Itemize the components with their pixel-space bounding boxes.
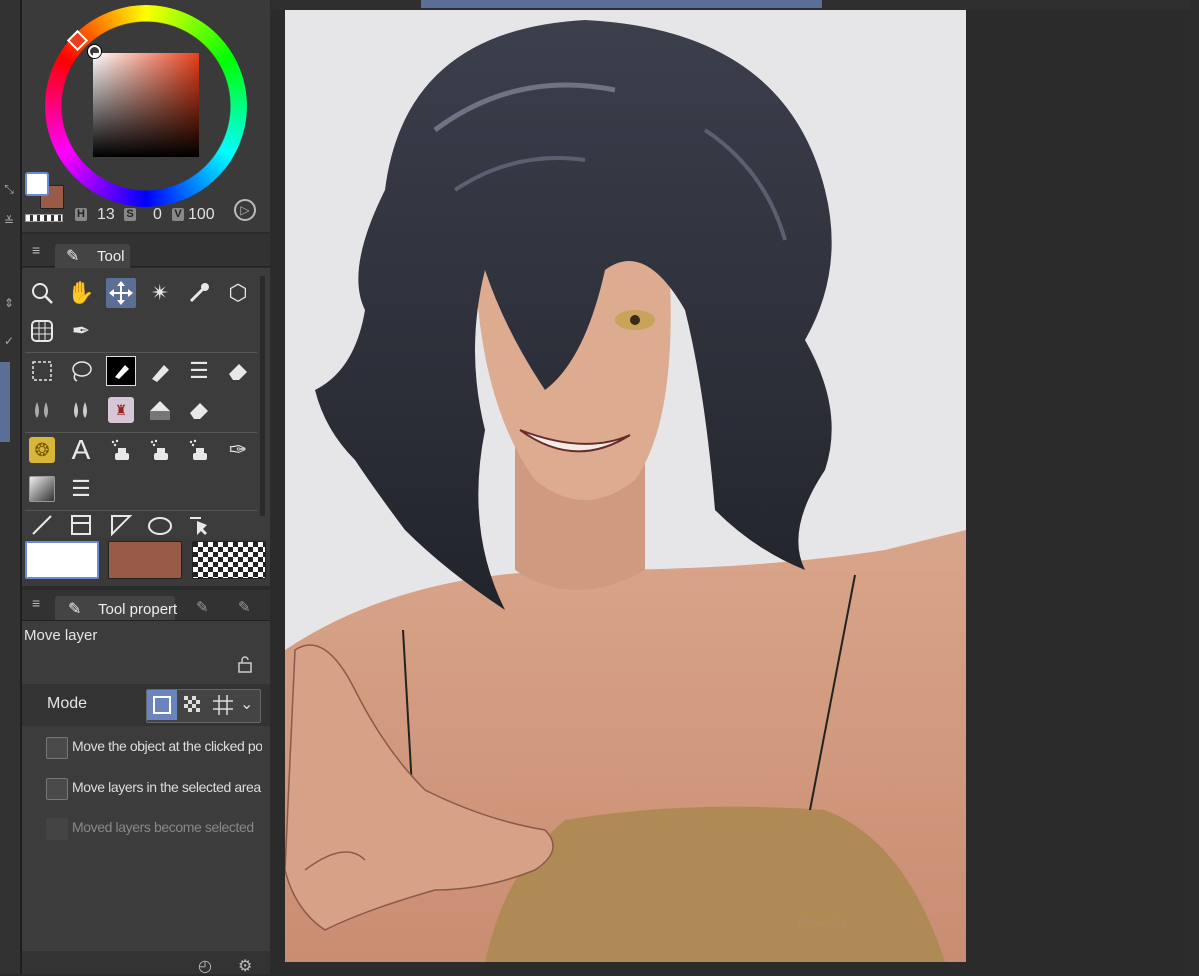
texture-icon[interactable]: ♜ [106, 395, 136, 425]
hatch-icon[interactable]: ☰ [66, 474, 96, 504]
tool-palette-scrollbar[interactable] [260, 276, 265, 516]
text-icon[interactable]: A [66, 434, 96, 465]
mode-layer-button[interactable] [147, 690, 177, 720]
pen-icon[interactable]: ✒ [66, 316, 96, 346]
move-icon[interactable] [106, 278, 136, 308]
color-mode-icon[interactable]: ▷ [234, 199, 256, 221]
saturation-value: 0 [153, 206, 162, 223]
value-value: 100 [188, 206, 215, 223]
checkbox-label: Moved layers become selected [72, 819, 254, 835]
sv-marker[interactable] [88, 45, 101, 58]
tool-separator [25, 510, 257, 511]
chevron-down-icon[interactable]: ⌄ [240, 694, 253, 714]
collapse-icon[interactable]: ≚ [0, 210, 18, 232]
checkbox-move-selected-area[interactable] [46, 778, 68, 800]
panel-menu-icon[interactable]: ≡ [32, 595, 40, 611]
fill-icon[interactable] [106, 356, 136, 386]
sub-tool-name: Move layer [24, 627, 98, 644]
foreground-color-swatch[interactable] [25, 172, 49, 196]
sub-tool-detail-tab-icon[interactable]: ✎ [238, 598, 251, 616]
mode-label: Mode [47, 695, 88, 712]
eraser-icon[interactable] [184, 395, 214, 425]
checkbox-moved-layers-selected [46, 818, 68, 840]
canvas[interactable]: Elizobella [285, 10, 966, 962]
active-panel-indicator [0, 362, 10, 442]
airbrush-icon[interactable] [184, 435, 214, 465]
tool-palette: ✋ ✴ ⬡ ✒ ☰ ♜ ❂ A ✑ ☰ [22, 268, 270, 538]
grid-icon[interactable] [27, 316, 57, 346]
saturation-label: S [124, 208, 136, 221]
artwork [285, 20, 966, 962]
mode-grid-icon[interactable] [210, 692, 236, 718]
brush-tab-icon: ✎ [66, 248, 80, 265]
tool-separator [25, 352, 257, 353]
mode-checker-icon[interactable] [180, 692, 206, 718]
left-toolbar-strip: ⤡ ≚ ⇕ ✓ [0, 0, 20, 974]
select-icon[interactable] [184, 514, 214, 536]
airbrush-icon[interactable] [106, 435, 136, 465]
document-tab[interactable] [421, 0, 822, 8]
sticker-icon[interactable]: ❂ [27, 435, 57, 465]
transparent-color-swatch[interactable] [192, 541, 266, 579]
hand-icon[interactable]: ✋ [66, 278, 96, 308]
pen-nib-icon[interactable]: ✑ [223, 435, 253, 465]
blend-icon[interactable] [27, 395, 57, 425]
eyedropper-icon[interactable] [184, 278, 214, 308]
unlock-icon[interactable] [236, 655, 254, 678]
zoom-icon[interactable] [27, 278, 57, 308]
lasso-icon[interactable] [66, 356, 96, 386]
panel-menu-icon[interactable]: ≡ [32, 242, 40, 258]
value-label: V [172, 208, 184, 221]
right-edge-strip [1190, 0, 1199, 974]
3d-object-icon[interactable]: ⬡ [223, 278, 253, 308]
gradient-icon[interactable] [27, 474, 57, 504]
bucket-icon[interactable] [145, 395, 175, 425]
checkbox-move-clicked-object[interactable] [46, 737, 68, 759]
resize-icon[interactable]: ⤡ [0, 178, 18, 200]
hue-value: 13 [97, 206, 115, 223]
frame-icon[interactable] [66, 514, 96, 536]
sub-color-swatch[interactable] [108, 541, 182, 579]
magic-wand-icon[interactable]: ✴ [145, 278, 175, 308]
blend-icon[interactable] [66, 395, 96, 425]
ellipse-icon[interactable] [145, 514, 175, 536]
ruler-icon[interactable] [106, 514, 136, 536]
lines-icon[interactable]: ☰ [184, 356, 214, 386]
check-icon[interactable]: ✓ [0, 330, 18, 352]
brush-size-tab-icon[interactable]: ✎ [196, 598, 209, 616]
line-icon[interactable] [27, 514, 57, 536]
main-color-swatch[interactable] [25, 541, 99, 579]
reset-icon[interactable]: ◴ [198, 956, 212, 976]
tool-separator [25, 432, 257, 433]
marquee-icon[interactable] [27, 356, 57, 386]
saturation-value-square[interactable] [93, 53, 199, 157]
checkbox-label: Move the object at the clicked posit [72, 738, 262, 754]
airbrush-icon[interactable] [145, 435, 175, 465]
transparent-color-toggle[interactable] [25, 214, 63, 222]
property-footer [22, 951, 270, 974]
tool-tab-label: Tool [97, 248, 125, 265]
tool-property-tab-label: Tool propert [98, 601, 178, 618]
eraser-icon[interactable] [223, 356, 253, 386]
correction-icon[interactable] [145, 356, 175, 386]
up-down-icon[interactable]: ⇕ [0, 292, 18, 314]
wrench-icon[interactable]: ⚙ [238, 956, 252, 976]
checkbox-label: Move layers in the selected area [72, 779, 261, 795]
artist-signature: Elizobella [797, 918, 847, 929]
tool-property-icon: ✎ [68, 601, 82, 618]
hue-label: H [75, 208, 87, 221]
